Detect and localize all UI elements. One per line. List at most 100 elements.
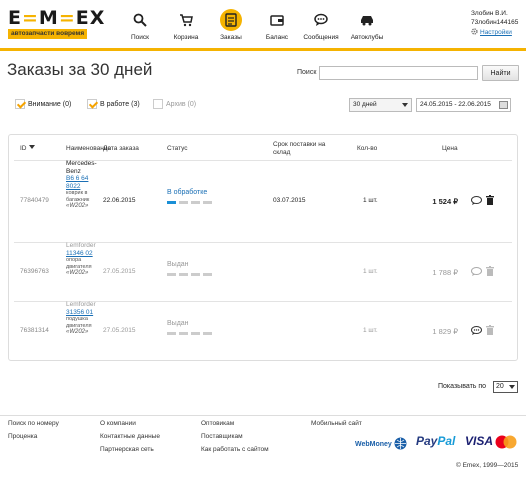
logo-tagline: автозапчасти вовремя	[8, 29, 88, 39]
gear-icon	[471, 28, 478, 37]
mastercard-logo	[494, 435, 518, 449]
header-divider	[0, 48, 526, 51]
settings-link[interactable]: Настройки	[471, 28, 512, 37]
column-date: Дата заказа	[103, 145, 139, 152]
product-desc: подушка двигателя	[66, 316, 92, 329]
table-row[interactable]: 77840479 Mercedes-Benz B6 6 64 8022 ковр…	[0, 160, 526, 242]
product-model: «W202»	[66, 203, 89, 209]
footer-link[interactable]: Поставщикам	[201, 433, 243, 441]
sort-down-icon	[28, 145, 35, 153]
column-status: Статус	[167, 145, 188, 152]
product-code-link[interactable]: 11346 02	[66, 250, 102, 258]
footer-link[interactable]: Поиск по номеру	[8, 420, 59, 428]
per-page-select[interactable]: 20	[493, 381, 518, 393]
nav-search[interactable]: Поиск	[121, 9, 159, 41]
visa-logo: VISA	[465, 434, 494, 448]
footer-divider	[0, 415, 526, 416]
user-name: Злобин В.И.	[471, 10, 508, 17]
wallet-icon	[266, 9, 288, 31]
filter-attention[interactable]: Внимание (0)	[15, 99, 71, 109]
archive-checkbox[interactable]	[153, 99, 163, 109]
status-progress	[167, 201, 212, 204]
footer-link[interactable]: Проценка	[8, 433, 37, 441]
status-progress	[167, 332, 212, 335]
product-info: Mercedes-Benz B6 6 64 8022 коврик в бага…	[66, 160, 102, 211]
in-work-checkbox[interactable]	[87, 99, 97, 109]
search-input[interactable]	[319, 66, 478, 80]
nav-messages[interactable]: Сообщения	[302, 9, 340, 41]
car-icon	[356, 9, 378, 31]
delete-icon[interactable]	[486, 195, 494, 207]
column-id[interactable]: ID	[20, 145, 35, 153]
webmoney-logo: WebMoney	[355, 437, 407, 452]
show-per-page-label: Показывать по	[438, 383, 487, 390]
footer-link[interactable]: Как работать с сайтом	[201, 446, 269, 454]
nav-balance[interactable]: Баланс	[258, 9, 296, 41]
footer-link[interactable]: Партнерская сеть	[100, 446, 154, 454]
order-id: 77840479	[20, 197, 49, 204]
order-date: 27.05.2015	[103, 268, 136, 275]
period-select[interactable]: 30 дней	[349, 98, 412, 112]
table-row[interactable]: 76381314 Lemforder 31356 01 подушка двиг…	[0, 301, 526, 360]
footer-link[interactable]: Мобильный сайт	[311, 420, 362, 428]
price: 1 829 ₽	[432, 327, 458, 336]
orders-icon	[220, 9, 242, 31]
column-delivery: Срок поставки на склад	[273, 141, 326, 156]
delete-icon[interactable]	[486, 266, 494, 278]
product-info: Lemforder 31356 01 подушка двигателя «W2…	[66, 301, 102, 337]
filter-in-work[interactable]: В работе (3)	[87, 99, 140, 109]
table-row[interactable]: 76396763 Lemforder 11346 02 опора двигат…	[0, 242, 526, 301]
product-brand: Lemforder	[66, 301, 96, 308]
delete-icon[interactable]	[486, 325, 494, 337]
globe-icon	[394, 437, 407, 452]
quantity: 1 шт.	[363, 327, 378, 334]
calendar-icon[interactable]	[499, 101, 508, 109]
page-title: Заказы за 30 дней	[7, 60, 153, 79]
product-brand: Lemforder	[66, 242, 96, 249]
nav-autoclubs[interactable]: Автоклубы	[348, 9, 386, 41]
delivery-date: 03.07.2015	[273, 197, 306, 204]
price: 1 788 ₽	[432, 268, 458, 277]
copyright: © Emex, 1999—2015	[456, 462, 519, 469]
order-date: 27.05.2015	[103, 327, 136, 334]
footer-link[interactable]: О компании	[100, 420, 136, 428]
column-price: Цена	[442, 145, 458, 152]
search-label: Поиск	[297, 69, 317, 76]
comment-icon[interactable]	[471, 196, 482, 207]
order-status[interactable]: Выдан	[167, 261, 212, 276]
search-button[interactable]: Найти	[482, 65, 519, 81]
nav-orders[interactable]: Заказы	[212, 9, 250, 41]
chat-icon	[310, 9, 332, 31]
quantity: 1 шт.	[363, 268, 378, 275]
product-info: Lemforder 11346 02 опора двигателя «W202…	[66, 242, 102, 278]
order-id: 76396763	[20, 268, 49, 275]
user-id: 73лобин144165	[471, 19, 519, 26]
comment-icon[interactable]	[471, 326, 482, 337]
nav-cart[interactable]: Корзина	[167, 9, 205, 41]
product-brand: Mercedes-Benz	[66, 160, 97, 175]
product-desc: опора двигателя	[66, 257, 92, 270]
status-progress	[167, 273, 212, 276]
order-status[interactable]: В обработке	[167, 189, 212, 204]
chevron-down-icon	[509, 385, 515, 389]
comment-icon[interactable]	[471, 267, 482, 278]
chevron-down-icon	[402, 103, 408, 107]
cart-icon	[175, 9, 197, 31]
attention-checkbox[interactable]	[15, 99, 25, 109]
emex-logo[interactable]: E=M=EX	[8, 9, 105, 28]
product-code-link[interactable]: B6 6 64 8022	[66, 175, 102, 190]
product-desc: коврик в багажник	[66, 190, 90, 203]
paypal-logo: PayPal	[416, 434, 456, 448]
price: 1 524 ₽	[432, 197, 458, 206]
quantity: 1 шт.	[363, 197, 378, 204]
order-status[interactable]: Выдан	[167, 320, 212, 335]
product-code-link[interactable]: 31356 01	[66, 309, 102, 317]
search-icon	[129, 9, 151, 31]
date-range-input[interactable]: 24.05.2015 - 22.06.2015	[416, 98, 511, 112]
filter-archive[interactable]: Архив (0)	[153, 99, 196, 109]
product-model: «W202»	[66, 329, 89, 335]
product-model: «W202»	[66, 270, 89, 276]
footer-link[interactable]: Контактные данные	[100, 433, 160, 441]
order-date: 22.06.2015	[103, 197, 136, 204]
footer-link[interactable]: Оптовикам	[201, 420, 234, 428]
